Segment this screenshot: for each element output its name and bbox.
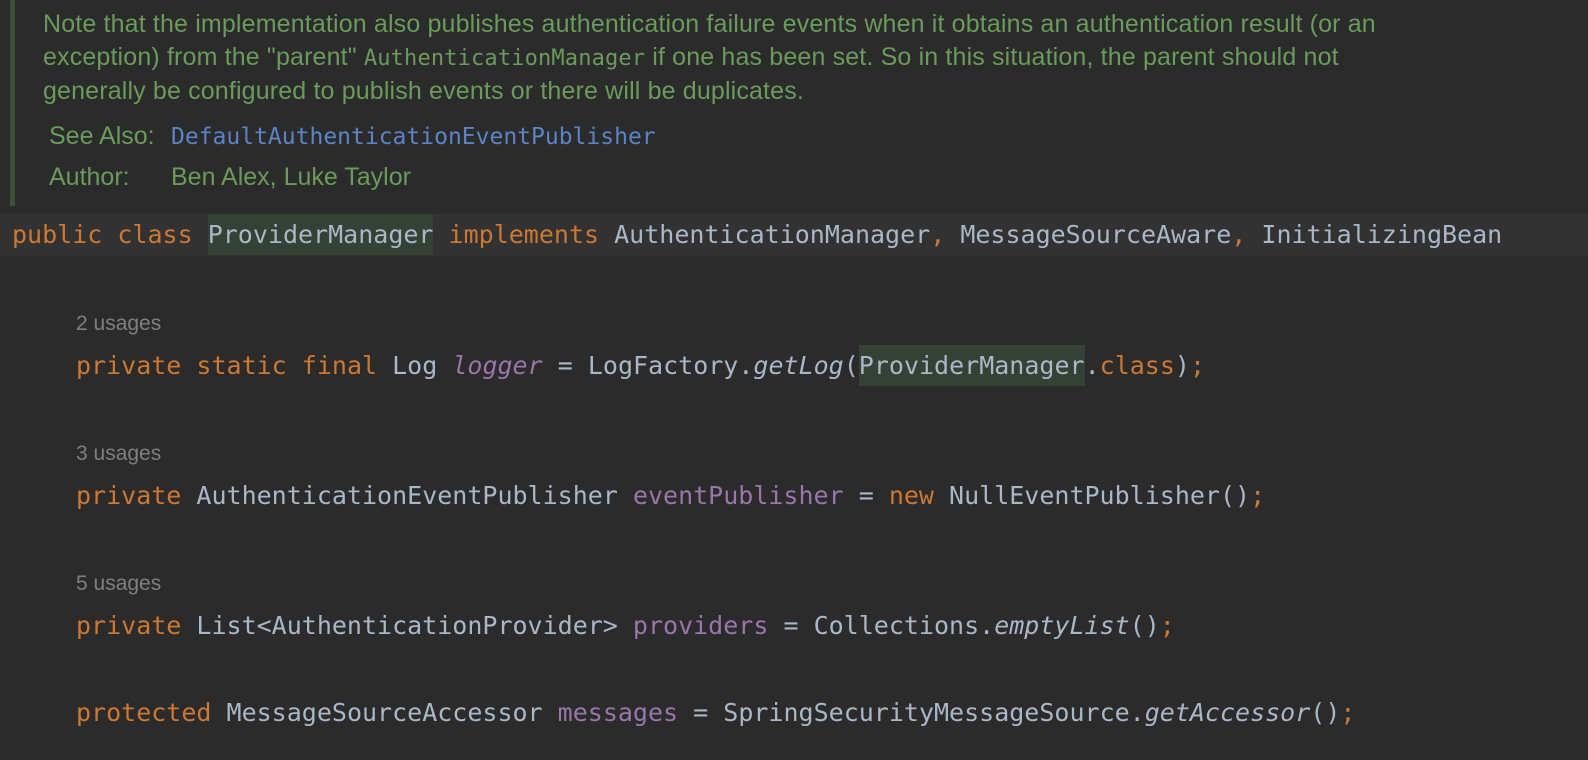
keyword-final: final [301, 351, 378, 380]
interface-name[interactable]: MessageSourceAware [960, 220, 1231, 249]
javadoc-author: Author: Ben Alex, Luke Taylor [49, 161, 411, 194]
keyword-protected: protected [76, 698, 212, 727]
see-also-label: See Also: [49, 122, 155, 150]
javadoc-block: Note that the implementation also publis… [10, 0, 1588, 206]
author-label: Author: [49, 163, 130, 191]
javadoc-description: Note that the implementation also publis… [43, 8, 1443, 108]
field-providers-line[interactable]: private List<AuthenticationProvider> pro… [0, 605, 1588, 647]
constructor-call[interactable]: NullEventPublisher() [949, 481, 1250, 510]
call-parens: () [1310, 698, 1341, 727]
field-type[interactable]: List<AuthenticationProvider> [196, 611, 617, 640]
paren: ( [843, 351, 859, 380]
keyword-public: public [12, 220, 103, 249]
keyword-implements: implements [448, 220, 600, 249]
javadoc-code-ref: AuthenticationManager [363, 46, 646, 71]
paren: ) [1174, 351, 1190, 380]
interface-name[interactable]: InitializingBean [1261, 220, 1502, 249]
field-type[interactable]: AuthenticationEventPublisher [196, 481, 617, 510]
field-type[interactable]: MessageSourceAccessor [227, 698, 543, 727]
comma: , [930, 220, 946, 249]
assign-operator: = [783, 611, 799, 640]
see-also-link[interactable]: DefaultAuthenticationEventPublisher [171, 124, 656, 150]
init-method[interactable]: getLog [753, 351, 843, 380]
semicolon: ; [1340, 698, 1356, 727]
field-name[interactable]: eventPublisher [633, 481, 844, 510]
keyword-private: private [76, 611, 182, 640]
init-method[interactable]: emptyList [994, 611, 1129, 640]
comma: , [1231, 220, 1247, 249]
field-logger-line[interactable]: private static final Log logger = LogFac… [0, 345, 1588, 387]
semicolon: ; [1250, 481, 1266, 510]
semicolon: ; [1159, 611, 1175, 640]
call-parens: () [1129, 611, 1160, 640]
field-event-publisher-line[interactable]: private AuthenticationEventPublisher eve… [0, 475, 1588, 517]
init-method[interactable]: getAccessor [1145, 698, 1311, 727]
author-value: Ben Alex, Luke Taylor [171, 163, 411, 191]
init-object[interactable]: SpringSecurityMessageSource. [723, 698, 1144, 727]
init-object[interactable]: Collections. [814, 611, 995, 640]
field-type[interactable]: Log [392, 351, 437, 380]
class-declaration-line[interactable]: public class ProviderManager implements … [0, 214, 1588, 256]
keyword-private: private [76, 481, 182, 510]
code-editor[interactable]: Note that the implementation also publis… [0, 0, 1588, 760]
init-object[interactable]: LogFactory. [588, 351, 754, 380]
field-messages-line[interactable]: protected MessageSourceAccessor messages… [0, 692, 1588, 734]
field-name[interactable]: logger [452, 351, 542, 380]
keyword-private: private [76, 351, 182, 380]
assign-operator: = [858, 481, 874, 510]
keyword-new: new [888, 481, 934, 510]
assign-operator: = [557, 351, 573, 380]
keyword-class: class [1099, 351, 1175, 380]
keyword-static: static [196, 351, 287, 380]
semicolon: ; [1189, 351, 1206, 380]
interface-name[interactable]: AuthenticationManager [614, 220, 930, 249]
field-name[interactable]: messages [558, 698, 678, 727]
usages-hint[interactable]: 5 usages [76, 569, 161, 599]
keyword-class: class [117, 220, 193, 249]
dot: . [1084, 351, 1100, 380]
javadoc-see-also: See Also: DefaultAuthenticationEventPubli… [49, 120, 656, 154]
field-name[interactable]: providers [633, 611, 768, 640]
assign-operator: = [693, 698, 709, 727]
class-reference[interactable]: ProviderManager [858, 345, 1085, 386]
class-name[interactable]: ProviderManager [207, 214, 434, 255]
usages-hint[interactable]: 2 usages [76, 309, 161, 339]
usages-hint[interactable]: 3 usages [76, 439, 161, 469]
